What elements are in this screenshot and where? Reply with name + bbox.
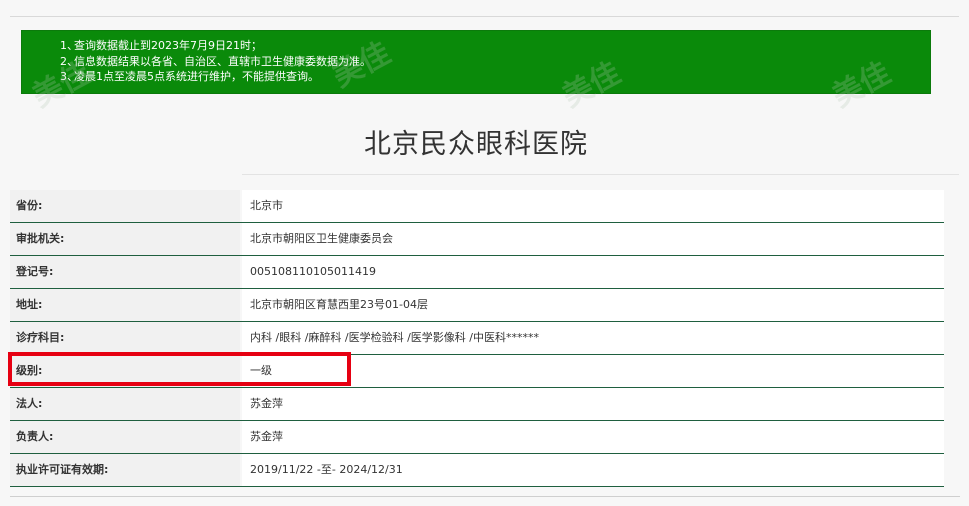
row-label-registration-number: 登记号:: [10, 256, 240, 288]
row-label-license-validity: 执业许可证有效期:: [10, 454, 240, 486]
row-value-level: 一级: [242, 355, 944, 387]
details-table: 省份: 北京市 审批机关: 北京市朝阳区卫生健康委员会 登记号: 0051081…: [10, 190, 944, 487]
row-label-approval-authority: 审批机关:: [10, 223, 240, 255]
row-label-person-in-charge: 负责人:: [10, 421, 240, 453]
table-row: 负责人: 苏金萍: [10, 421, 944, 454]
table-row: 法人: 苏金萍: [10, 388, 944, 421]
row-value-legal-representative: 苏金萍: [242, 388, 944, 420]
table-row: 登记号: 005108110105011419: [10, 256, 944, 289]
row-value-departments: 内科 /眼科 /麻醉科 /医学检验科 /医学影像科 /中医科******: [242, 322, 944, 354]
notice-banner: 1、查询数据截止到2023年7月9日21时； 2、信息数据结果以各省、自治区、直…: [21, 30, 931, 94]
table-row: 省份: 北京市: [10, 190, 944, 223]
row-label-address: 地址:: [10, 289, 240, 321]
notice-line-1: 1、查询数据截止到2023年7月9日21时；: [60, 39, 262, 52]
row-value-person-in-charge: 苏金萍: [242, 421, 944, 453]
table-row: 审批机关: 北京市朝阳区卫生健康委员会: [10, 223, 944, 256]
row-value-province: 北京市: [242, 190, 944, 222]
row-value-license-validity: 2019/11/22 -至- 2024/12/31: [242, 454, 944, 486]
title-divider: [242, 174, 959, 175]
top-divider: [10, 16, 959, 17]
row-label-departments: 诊疗科目:: [10, 322, 240, 354]
table-row: 执业许可证有效期: 2019/11/22 -至- 2024/12/31: [10, 454, 944, 487]
row-label-legal-representative: 法人:: [10, 388, 240, 420]
row-value-registration-number: 005108110105011419: [242, 256, 944, 288]
page: 1、查询数据截止到2023年7月9日21时； 2、信息数据结果以各省、自治区、直…: [0, 0, 969, 506]
table-row: 级别: 一级: [10, 355, 944, 388]
row-label-province: 省份:: [10, 190, 240, 222]
bottom-divider: [10, 496, 960, 497]
row-value-address: 北京市朝阳区育慧西里23号01-04层: [242, 289, 944, 321]
row-value-approval-authority: 北京市朝阳区卫生健康委员会: [242, 223, 944, 255]
notice-line-3: 3、凌晨1点至凌晨5点系统进行维护，不能提供查询。: [60, 70, 319, 83]
row-label-level: 级别:: [10, 355, 240, 387]
table-row: 诊疗科目: 内科 /眼科 /麻醉科 /医学检验科 /医学影像科 /中医科****…: [10, 322, 944, 355]
table-row: 地址: 北京市朝阳区育慧西里23号01-04层: [10, 289, 944, 322]
notice-line-2: 2、信息数据结果以各省、自治区、直辖市卫生健康委数据为准。: [60, 54, 371, 68]
page-title: 北京民众眼科医院: [364, 129, 588, 160]
